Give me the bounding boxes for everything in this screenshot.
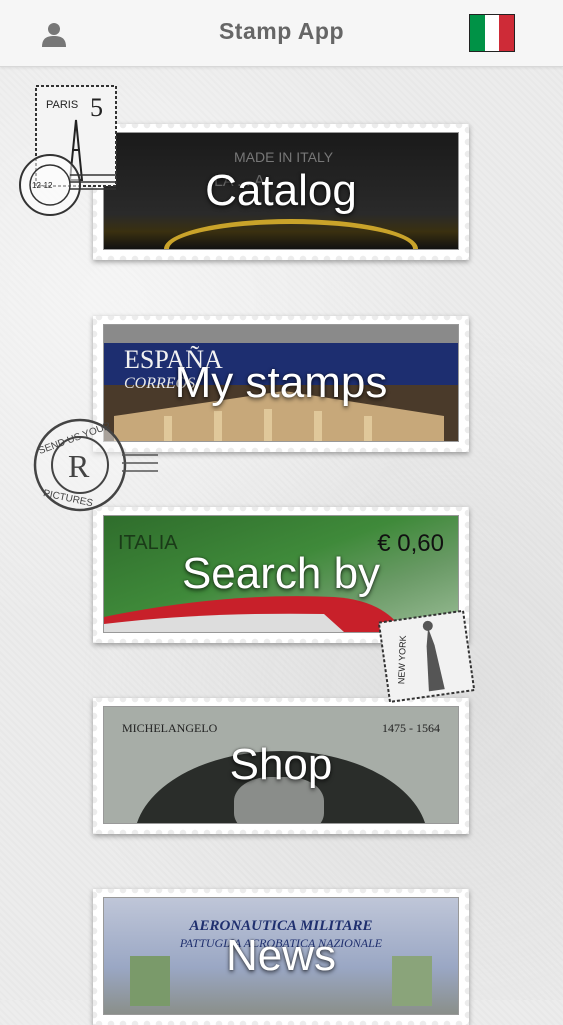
paris-text: PARIS [46, 99, 78, 111]
svg-text:NEW YORK: NEW YORK [396, 635, 408, 684]
menu-label-news: News [225, 931, 337, 980]
svg-text:R: R [68, 448, 90, 484]
send-pictures-postmark: R SEND US YOUR PICTURES [33, 418, 158, 512]
paris-value: 5 [90, 93, 103, 122]
menu-item-shop[interactable]: MICHELANGELO 1475 - 1564 Shop [93, 698, 469, 834]
paris-stamp-decoration: PARIS 5 12-12 [19, 85, 117, 216]
app-bar: Stamp App [0, 0, 563, 67]
menu-item-news[interactable]: AERONAUTICA MILITARE PATTUGLIA ACROBATIC… [93, 889, 469, 1025]
menu-label-search-by: Search by [181, 549, 381, 598]
new-york-stamp-decoration: NEW YORK [377, 609, 476, 704]
menu-label-catalog: Catalog [205, 166, 357, 215]
menu-label-my-stamps: My stamps [174, 358, 388, 407]
menu-item-catalog[interactable]: MADE IN ITALY LA ... A Catalog [93, 124, 469, 260]
svg-text:12-12: 12-12 [32, 181, 53, 190]
italian-flag-icon[interactable] [469, 14, 515, 52]
menu-label-shop: Shop [229, 740, 333, 789]
